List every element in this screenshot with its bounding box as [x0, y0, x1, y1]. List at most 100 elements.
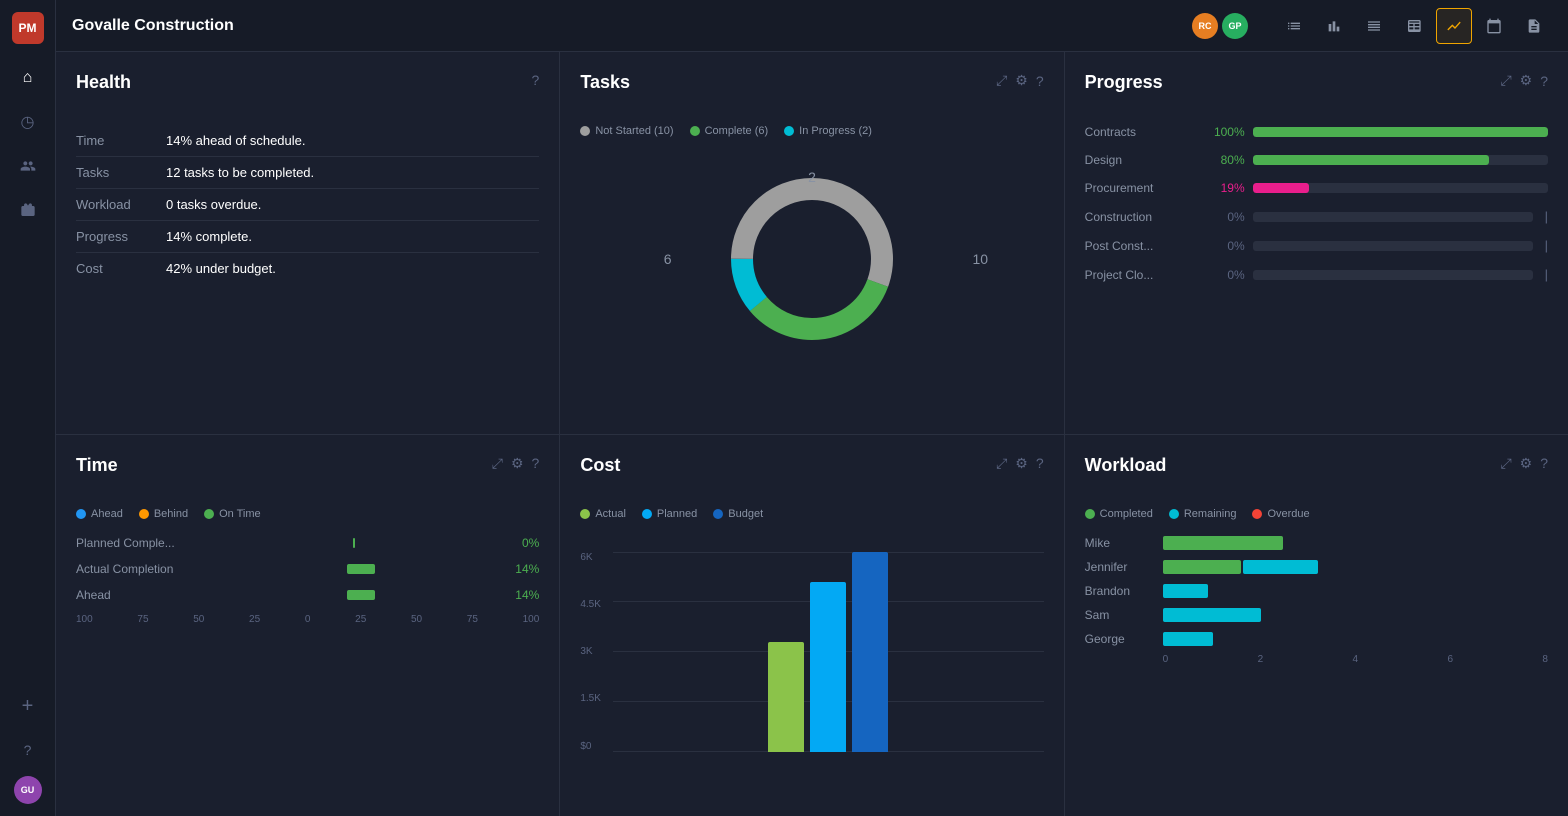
progress-bar-design: [1253, 155, 1548, 165]
completed-dot: [1085, 509, 1095, 519]
help-button[interactable]: ?: [10, 732, 46, 768]
time-bar-actual: [214, 564, 493, 574]
wl-axis-0: 0: [1163, 654, 1169, 665]
cost-settings-icon[interactable]: ⚙: [1015, 455, 1028, 472]
progress-row-design: Design 80%: [1085, 153, 1548, 167]
table-view-button[interactable]: [1396, 8, 1432, 44]
doc-view-button[interactable]: [1516, 8, 1552, 44]
progress-label-project-close: Project Clo...: [1085, 268, 1195, 282]
time-label-ahead: Ahead: [76, 588, 206, 602]
legend-ahead: Ahead: [76, 508, 123, 520]
health-value-cost: 42% under budget.: [166, 253, 539, 285]
ahead-label: Ahead: [91, 508, 123, 520]
activity-view-button[interactable]: [1436, 8, 1472, 44]
avatar-gp[interactable]: GP: [1222, 13, 1248, 39]
app-logo[interactable]: PM: [12, 12, 44, 44]
time-bar-ahead: [214, 590, 493, 600]
post-const-zero-indicator: |: [1545, 238, 1548, 253]
axis-25-right: 25: [355, 614, 366, 625]
avatar-rc[interactable]: RC: [1192, 13, 1218, 39]
legend-on-time: On Time: [204, 508, 261, 520]
progress-label-contracts: Contracts: [1085, 125, 1195, 139]
tasks-legend: Not Started (10) Complete (6) In Progres…: [580, 125, 1043, 137]
progress-settings-icon[interactable]: ⚙: [1520, 72, 1533, 89]
progress-pct-project-close: 0%: [1203, 268, 1245, 282]
progress-help-icon[interactable]: ?: [1540, 73, 1548, 89]
health-value-tasks: 12 tasks to be completed.: [166, 157, 539, 189]
progress-row-procurement: Procurement 19%: [1085, 181, 1548, 195]
cost-bar-group: [768, 552, 888, 752]
progress-row-contracts: Contracts 100%: [1085, 125, 1548, 139]
health-value-progress: 14% complete.: [166, 221, 539, 253]
cost-expand-icon[interactable]: ⤢: [996, 455, 1007, 472]
tasks-header: Tasks ⤢ ⚙ ?: [580, 72, 1043, 109]
time-chart-area: Planned Comple... 0% Actual Completion 1…: [76, 536, 539, 625]
legend-complete: Complete (6): [690, 125, 769, 137]
workload-name-brandon: Brandon: [1085, 584, 1155, 598]
construction-zero-indicator: |: [1545, 209, 1548, 224]
workload-name-george: George: [1085, 632, 1155, 646]
workload-row-jennifer: Jennifer: [1085, 560, 1548, 574]
workload-settings-icon[interactable]: ⚙: [1520, 455, 1533, 472]
progress-label-design: Design: [1085, 153, 1195, 167]
time-help-icon[interactable]: ?: [532, 455, 540, 471]
list-view-button[interactable]: [1276, 8, 1312, 44]
legend-not-started: Not Started (10): [580, 125, 673, 137]
bar-view-button[interactable]: [1316, 8, 1352, 44]
health-panel-icons: ?: [532, 72, 540, 88]
workload-expand-icon[interactable]: ⤢: [1500, 455, 1511, 472]
actual-dot: [580, 509, 590, 519]
workload-bars-brandon: [1163, 584, 1548, 598]
cost-help-icon[interactable]: ?: [1036, 455, 1044, 471]
calendar-view-button[interactable]: [1476, 8, 1512, 44]
tasks-help-icon[interactable]: ?: [1036, 73, 1044, 89]
add-project-button[interactable]: +: [10, 688, 46, 724]
actual-bar: [768, 642, 804, 752]
sidebar-item-home[interactable]: ⌂: [10, 60, 46, 96]
workload-help-icon[interactable]: ?: [1540, 455, 1548, 471]
health-value-workload: 0 tasks overdue.: [166, 189, 539, 221]
tasks-expand-icon[interactable]: ⤢: [996, 72, 1007, 89]
progress-fill-design: [1253, 155, 1489, 165]
axis-100-right: 100: [523, 614, 540, 625]
behind-dot: [139, 509, 149, 519]
topbar: Govalle Construction RC GP: [56, 0, 1568, 52]
sidebar-item-portfolio[interactable]: [10, 192, 46, 228]
tasks-panel-icons: ⤢ ⚙ ?: [996, 72, 1044, 89]
axis-75-left: 75: [137, 614, 148, 625]
in-progress-dot: [784, 126, 794, 136]
time-rows: Planned Comple... 0% Actual Completion 1…: [76, 536, 539, 602]
legend-actual: Actual: [580, 508, 626, 520]
progress-bar-post-const: [1253, 241, 1533, 251]
time-row-planned: Planned Comple... 0%: [76, 536, 539, 550]
workload-panel-icons: ⤢ ⚙ ?: [1500, 455, 1548, 472]
in-progress-label: In Progress (2): [799, 125, 872, 137]
complete-dot: [690, 126, 700, 136]
time-pct-actual: 14%: [501, 562, 539, 576]
progress-pct-post-const: 0%: [1203, 239, 1245, 253]
health-help-icon[interactable]: ?: [532, 72, 540, 88]
tasks-settings-icon[interactable]: ⚙: [1015, 72, 1028, 89]
time-fill-actual: [347, 564, 375, 574]
workload-panel: Workload ⤢ ⚙ ? Completed Remaining: [1065, 435, 1568, 816]
sidebar: PM ⌂ ◷ + ? GU: [0, 0, 56, 816]
health-row-tasks: Tasks 12 tasks to be completed.: [76, 157, 539, 189]
time-label-actual: Actual Completion: [76, 562, 206, 576]
progress-header: Progress ⤢ ⚙ ?: [1085, 72, 1548, 109]
health-header: Health ?: [76, 72, 539, 109]
time-settings-icon[interactable]: ⚙: [511, 455, 524, 472]
sidebar-item-clock[interactable]: ◷: [10, 104, 46, 140]
progress-pct-procurement: 19%: [1203, 181, 1245, 195]
health-label-cost: Cost: [76, 253, 166, 285]
time-x-axis: 100 75 50 25 0 25 50 75 100: [76, 614, 539, 625]
time-expand-icon[interactable]: ⤢: [492, 455, 503, 472]
align-view-button[interactable]: [1356, 8, 1392, 44]
sidebar-item-people[interactable]: [10, 148, 46, 184]
time-pct-ahead: 14%: [501, 588, 539, 602]
progress-expand-icon[interactable]: ⤢: [1500, 72, 1511, 89]
health-value-time: 14% ahead of schedule.: [166, 125, 539, 157]
progress-label-procurement: Procurement: [1085, 181, 1195, 195]
user-avatar[interactable]: GU: [14, 776, 42, 804]
legend-behind: Behind: [139, 508, 188, 520]
cost-legend: Actual Planned Budget: [580, 508, 1043, 520]
